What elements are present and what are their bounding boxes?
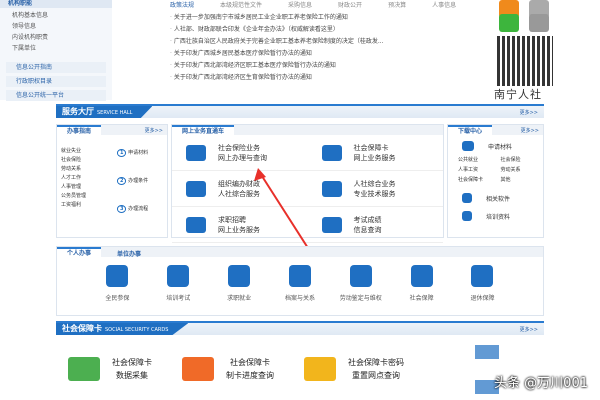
tab-personnel[interactable]: 人事信息 <box>432 0 456 9</box>
guide-item[interactable]: 公务员管理 <box>61 192 86 201</box>
more-link[interactable]: 更多>> <box>521 127 539 134</box>
step-label[interactable]: 办理条件 <box>128 178 148 184</box>
guide-item[interactable]: 社会保险 <box>61 156 86 165</box>
download-item[interactable]: 社会保障卡 <box>458 175 501 185</box>
archive-icon <box>288 265 311 287</box>
tab-policy[interactable]: 政策法规 <box>170 0 194 9</box>
download-item[interactable]: 人事工资 <box>458 165 501 175</box>
news-item[interactable]: 广西壮族自治区人民政府关于完善企业职工基本养老保险制度的决定（桂政发... <box>170 36 490 48</box>
more-link[interactable]: 更多>> <box>520 109 538 116</box>
brand-label: 南宁人社 <box>494 88 542 101</box>
id-card-icon <box>321 144 342 161</box>
tab-personal[interactable]: 个人办事 <box>57 247 102 257</box>
category-insurance[interactable]: 全民参保 <box>89 265 145 302</box>
step-number: 3 <box>117 205 127 213</box>
left-menu-item[interactable]: 下属单位 <box>0 43 112 54</box>
tab-documents[interactable]: 本级规范性文件 <box>220 0 262 9</box>
tab-finance[interactable]: 财政公开 <box>338 0 362 9</box>
news-item[interactable]: 人社部、财政部联合印发《企业年金办法》（权威解读看这里） <box>170 24 490 36</box>
book-icon <box>462 211 472 221</box>
people-icon <box>106 265 129 287</box>
guide-item[interactable]: 劳动关系 <box>61 165 86 174</box>
people-icon <box>186 216 206 233</box>
download-item[interactable]: 社会保险 <box>501 155 544 165</box>
card-data-collection[interactable]: 社会保障卡 数据采集 <box>68 356 152 382</box>
more-link[interactable]: 更多>> <box>145 127 163 134</box>
download-panel: 下载中心 更多>> 申请材料 公共就业 社会保险 人事工资 劳动关系 社会保障卡 … <box>447 124 544 238</box>
more-link[interactable]: 更多>> <box>520 326 538 333</box>
download-item[interactable]: 劳动关系 <box>501 165 544 175</box>
guide-item[interactable]: 人才工作 <box>61 174 86 183</box>
category-jobs[interactable]: 求职就业 <box>211 265 267 302</box>
category-training[interactable]: 培训考试 <box>150 265 206 302</box>
tab-guide[interactable]: 办事指南 <box>57 125 102 135</box>
briefcase-icon <box>462 141 474 151</box>
service-hall-subtitle: SERVICE HALL <box>97 110 133 116</box>
weibo-icon[interactable] <box>529 14 549 32</box>
training-link[interactable]: 培训资料 <box>448 203 543 221</box>
ss-card-subtitle: SOCIAL SECURITY CARDS <box>105 327 169 333</box>
card-progress-query[interactable]: 社会保障卡 制卡进度查询 <box>182 356 274 382</box>
card-globe-icon <box>304 357 336 381</box>
cards-icon <box>182 357 214 381</box>
left-menu-item[interactable]: 机构基本信息 <box>0 10 112 21</box>
left-menu-title: 机构职能 <box>0 0 112 8</box>
laptop-card-icon <box>68 357 100 381</box>
news-item[interactable]: 关于印发广西城乡居民基本医疗保险暂行办法的通知 <box>170 48 490 60</box>
left-menu-item[interactable]: 领导信息 <box>0 21 112 32</box>
card-password-reset[interactable]: 社会保障卡密码 重置网点查询 <box>304 356 404 382</box>
step-label[interactable]: 办理流程 <box>128 206 148 212</box>
wechat-icon[interactable] <box>499 14 519 32</box>
guide-panel: 办事指南 更多>> 就业失业 社会保险 劳动关系 人才工作 人事管理 公务员管理 … <box>56 124 168 238</box>
personal-panel: 个人办事 单位办事 全民参保 培训考试 求职就业 档案与关系 劳动鉴定与维权 社… <box>56 246 544 316</box>
elderly-icon <box>471 265 494 287</box>
tab-company[interactable]: 单位办事 <box>117 249 141 258</box>
news-item[interactable]: 关于进一步加强南宁市城乡居民工业企业职工养老保险工作的通知 <box>170 12 490 24</box>
tab-download[interactable]: 下载中心 <box>448 125 493 135</box>
service-hall-title: 服务大厅 <box>62 107 94 116</box>
info-guide-link[interactable]: 信息公开指南 <box>6 62 106 73</box>
category-labor-rights[interactable]: 劳动鉴定与维权 <box>333 265 389 302</box>
step-number: 1 <box>117 149 127 157</box>
tab-procurement[interactable]: 采购信息 <box>288 0 312 9</box>
guide-item[interactable]: 就业失业 <box>61 147 86 156</box>
news-tabs: 政策法规 本级规范性文件 采购信息 财政公开 预决算 人事信息 <box>170 0 500 9</box>
service-hall-header: 服务大厅 SERVICE HALL 更多>> <box>56 104 544 118</box>
power-list-link[interactable]: 行政职权目录 <box>6 76 106 87</box>
guide-item[interactable]: 工资福利 <box>61 201 86 210</box>
step-number: 2 <box>117 177 127 185</box>
left-menu: 机构职能 机构基本信息 领导信息 内设机构职责 下属单位 信息公开指南 行政职权… <box>0 0 112 101</box>
guide-item[interactable]: 人事管理 <box>61 183 86 192</box>
tab-online[interactable]: 网上业务直通车 <box>172 125 235 135</box>
news-item[interactable]: 关于印发广西北部湾经济区生育保险暂行办法的通知 <box>170 72 490 84</box>
apply-materials[interactable]: 申请材料 <box>448 135 543 151</box>
software-link[interactable]: 相关软件 <box>448 185 543 203</box>
category-archives[interactable]: 档案与关系 <box>272 265 328 302</box>
news-item[interactable]: 关于印发广西北部湾经济区职工基本医疗保险暂行办法的通知 <box>170 60 490 72</box>
qr-code <box>497 36 553 86</box>
info-platform-link[interactable]: 信息公开统一平台 <box>6 90 106 101</box>
download-item[interactable]: 公共就业 <box>458 155 501 165</box>
category-social-security[interactable]: 社会保障 <box>394 265 450 302</box>
download-item[interactable]: 其他 <box>501 175 544 185</box>
ss-card-header: 社会保障卡 SOCIAL SECURITY CARDS 更多>> <box>56 321 544 335</box>
window-icon <box>186 180 206 197</box>
si-logo-icon <box>186 144 206 161</box>
tab-budget[interactable]: 预决算 <box>388 0 406 9</box>
category-retirement[interactable]: 退休保障 <box>454 265 510 302</box>
hospital-bed-icon <box>410 265 433 287</box>
injured-person-icon <box>349 265 372 287</box>
ss-card-services: 社会保障卡 数据采集 社会保障卡 制卡进度查询 社会保障卡密码 重置网点查询 <box>60 356 404 382</box>
pencil-icon <box>228 265 251 287</box>
news-list: 关于进一步加强南宁市城乡居民工业企业职工养老保险工作的通知 人社部、财政部联合印… <box>170 12 490 84</box>
left-menu-item[interactable]: 内设机构职责 <box>0 32 112 43</box>
ss-card-title: 社会保障卡 <box>62 324 102 333</box>
books-icon <box>167 265 190 287</box>
watermark: 头条 @万川001 <box>494 376 588 391</box>
hospital-bed-icon <box>475 345 499 359</box>
step-label[interactable]: 申请材料 <box>128 150 148 156</box>
floppy-icon <box>462 193 472 203</box>
